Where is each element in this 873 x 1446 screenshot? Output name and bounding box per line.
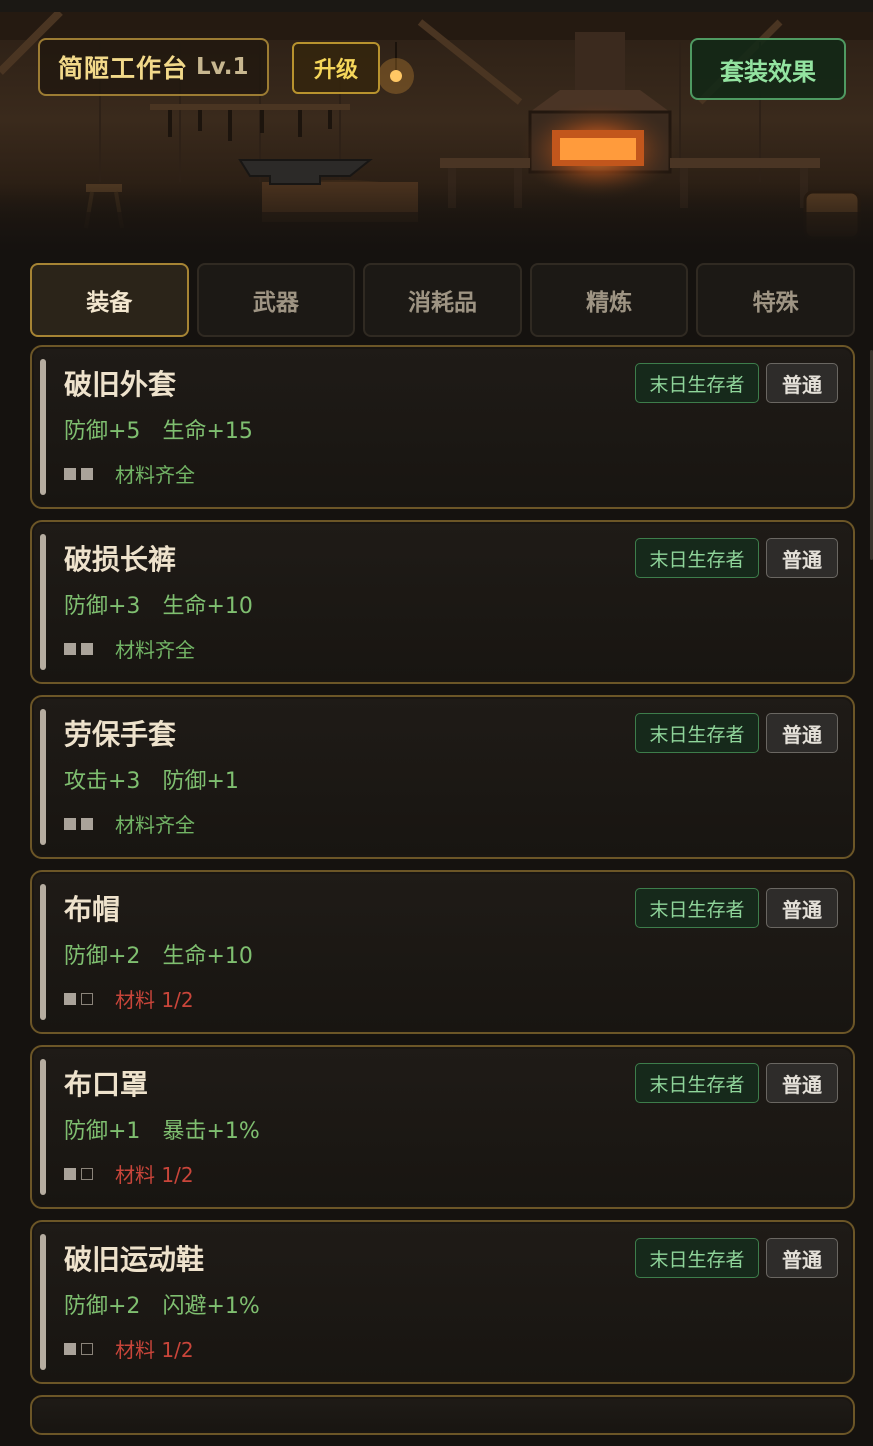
item-name: 破损长裤 bbox=[64, 543, 177, 576]
item-name: 破旧外套 bbox=[64, 368, 177, 401]
material-pip-filled bbox=[81, 817, 93, 830]
craft-item-card-partial[interactable] bbox=[30, 1395, 855, 1435]
craft-item-card[interactable]: 破旧运动鞋 防御+2 闪避+1% 材料 1/2 末日生存者 普通 bbox=[30, 1220, 855, 1384]
item-stat: 防御+5 bbox=[64, 419, 141, 444]
item-name: 布口罩 bbox=[64, 1068, 149, 1101]
item-stat: 防御+3 bbox=[64, 594, 141, 619]
rarity-badge: 普通 bbox=[766, 1238, 838, 1278]
item-name: 破旧运动鞋 bbox=[64, 1243, 205, 1276]
item-stats: 防御+5 生命+15 bbox=[64, 413, 253, 445]
material-pip-filled bbox=[64, 1342, 76, 1355]
item-stats: 防御+3 生命+10 bbox=[64, 588, 253, 620]
item-stat: 生命+10 bbox=[162, 944, 253, 969]
craft-item-card[interactable]: 破旧外套 防御+5 生命+15 材料齐全 末日生存者 普通 bbox=[30, 345, 855, 509]
rarity-bar bbox=[40, 1059, 46, 1195]
material-pip-filled bbox=[64, 1167, 76, 1180]
set-badge: 末日生存者 bbox=[635, 538, 759, 578]
set-badge: 末日生存者 bbox=[635, 363, 759, 403]
tab-consumables[interactable]: 消耗品 bbox=[363, 263, 522, 337]
material-pips bbox=[64, 467, 93, 480]
craft-item-list: 破旧外套 防御+5 生命+15 材料齐全 末日生存者 普通 破损长裤 防御+3 生命… bbox=[30, 345, 855, 1446]
item-materials: 材料齐全 bbox=[64, 634, 195, 663]
item-stats: 防御+1 暴击+1% bbox=[64, 1113, 260, 1145]
rarity-bar bbox=[40, 534, 46, 670]
rarity-badge: 普通 bbox=[766, 363, 838, 403]
set-badge: 末日生存者 bbox=[635, 1238, 759, 1278]
workstation-name: 简陋工作台 bbox=[58, 54, 189, 83]
tab-special[interactable]: 特殊 bbox=[696, 263, 855, 337]
rarity-badge: 普通 bbox=[766, 888, 838, 928]
craft-item-card[interactable]: 破损长裤 防御+3 生命+10 材料齐全 末日生存者 普通 bbox=[30, 520, 855, 684]
rarity-bar bbox=[40, 709, 46, 845]
set-badge: 末日生存者 bbox=[635, 888, 759, 928]
material-pip-empty bbox=[81, 1167, 93, 1180]
item-stat: 攻击+3 bbox=[64, 769, 141, 794]
category-tabs: 装备 武器 消耗品 精炼 特殊 bbox=[30, 263, 855, 337]
material-pip-filled bbox=[81, 642, 93, 655]
craft-item-card[interactable]: 布帽 防御+2 生命+10 材料 1/2 末日生存者 普通 bbox=[30, 870, 855, 1034]
item-stat: 生命+15 bbox=[162, 419, 253, 444]
item-materials: 材料齐全 bbox=[64, 809, 195, 838]
material-pip-empty bbox=[81, 1342, 93, 1355]
material-pip-filled bbox=[64, 642, 76, 655]
set-effect-button[interactable]: 套装效果 bbox=[690, 38, 846, 100]
rarity-badge: 普通 bbox=[766, 538, 838, 578]
rarity-bar bbox=[40, 884, 46, 1020]
tab-refine[interactable]: 精炼 bbox=[529, 263, 689, 337]
materials-status: 材料 1/2 bbox=[115, 1163, 194, 1187]
materials-status: 材料齐全 bbox=[115, 813, 195, 837]
item-stat: 防御+2 bbox=[64, 944, 141, 969]
materials-status: 材料齐全 bbox=[115, 463, 195, 487]
item-materials: 材料 1/2 bbox=[64, 1159, 194, 1188]
rarity-badge: 普通 bbox=[766, 713, 838, 753]
material-pips bbox=[64, 642, 93, 655]
materials-status: 材料 1/2 bbox=[115, 1338, 194, 1362]
rarity-badge: 普通 bbox=[766, 1063, 838, 1103]
material-pip-filled bbox=[81, 467, 93, 480]
material-pip-filled bbox=[64, 467, 76, 480]
material-pip-empty bbox=[81, 992, 93, 1005]
rarity-bar bbox=[40, 1234, 46, 1370]
item-stat: 防御+2 bbox=[64, 1294, 141, 1319]
materials-status: 材料 1/2 bbox=[115, 988, 194, 1012]
item-stat: 暴击+1% bbox=[162, 1119, 260, 1144]
workstation-level: Lv.1 bbox=[196, 54, 249, 80]
item-stat: 防御+1 bbox=[64, 1119, 141, 1144]
banner-fade bbox=[0, 182, 873, 252]
item-stats: 防御+2 生命+10 bbox=[64, 938, 253, 970]
upgrade-button[interactable]: 升级 bbox=[292, 42, 380, 94]
tab-weapons[interactable]: 武器 bbox=[196, 263, 356, 337]
item-stats: 防御+2 闪避+1% bbox=[64, 1288, 260, 1320]
material-pips bbox=[64, 817, 93, 830]
item-stat: 生命+10 bbox=[162, 594, 253, 619]
item-name: 布帽 bbox=[64, 893, 121, 926]
material-pips bbox=[64, 1167, 93, 1180]
workstation-title[interactable]: 简陋工作台 Lv.1 bbox=[38, 38, 269, 96]
item-stat: 防御+1 bbox=[162, 769, 239, 794]
item-stat: 闪避+1% bbox=[162, 1294, 260, 1319]
material-pips bbox=[64, 1342, 93, 1355]
set-badge: 末日生存者 bbox=[635, 713, 759, 753]
material-pip-filled bbox=[64, 992, 76, 1005]
material-pips bbox=[64, 992, 93, 1005]
craft-item-card[interactable]: 劳保手套 攻击+3 防御+1 材料齐全 末日生存者 普通 bbox=[30, 695, 855, 859]
item-materials: 材料 1/2 bbox=[64, 984, 194, 1013]
materials-status: 材料齐全 bbox=[115, 638, 195, 662]
tab-equipment[interactable]: 装备 bbox=[30, 263, 189, 337]
item-materials: 材料齐全 bbox=[64, 459, 195, 488]
item-stats: 攻击+3 防御+1 bbox=[64, 763, 239, 795]
set-badge: 末日生存者 bbox=[635, 1063, 759, 1103]
item-name: 劳保手套 bbox=[64, 718, 177, 751]
item-materials: 材料 1/2 bbox=[64, 1334, 194, 1363]
material-pip-filled bbox=[64, 817, 76, 830]
craft-item-card[interactable]: 布口罩 防御+1 暴击+1% 材料 1/2 末日生存者 普通 bbox=[30, 1045, 855, 1209]
rarity-bar bbox=[40, 359, 46, 495]
